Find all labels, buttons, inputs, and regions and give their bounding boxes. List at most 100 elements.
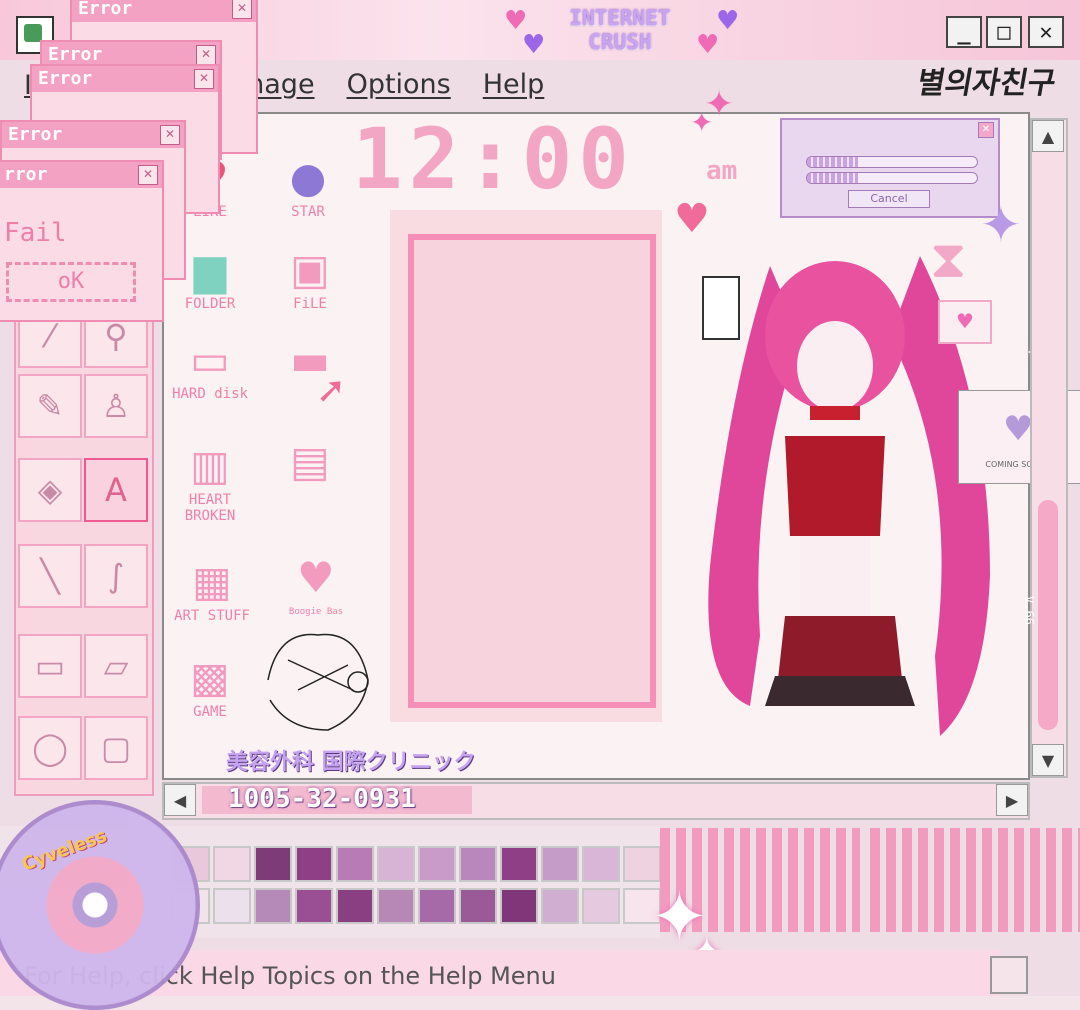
brand-line-2: CRUSH (588, 30, 652, 54)
error-title: rror ✕ (0, 162, 162, 188)
color-swatch[interactable] (582, 888, 620, 924)
rounded-rect-icon: ▢ (100, 729, 132, 767)
clock-ampm: am (706, 156, 738, 186)
heart-icon: ♥ (522, 30, 546, 60)
color-swatch[interactable] (213, 846, 251, 882)
tv-icon: ▦ (192, 557, 232, 606)
close-icon[interactable]: ✕ (138, 165, 158, 185)
heart-icon: ♥ (696, 30, 720, 60)
color-swatch[interactable] (418, 846, 456, 882)
heart-icon: ♥ (716, 6, 740, 36)
retro-pc-icon: ▤ (290, 437, 330, 486)
sparkle-icon: ✦ (690, 106, 714, 139)
magnifier-icon: ⚲ (104, 317, 128, 355)
floppy-icon: ▣ (290, 245, 330, 294)
resize-grip-icon[interactable] (990, 956, 1028, 994)
color-swatch[interactable] (336, 888, 374, 924)
desktop-icon-game[interactable]: ▩ GAME (170, 652, 250, 720)
error-message: Fail (4, 218, 67, 248)
tool-rounded-rect[interactable]: ▢ (84, 716, 148, 780)
close-icon[interactable]: ✕ (978, 122, 994, 138)
icon-label: ART STUFF (174, 608, 250, 624)
close-button[interactable]: ✕ (1028, 16, 1064, 48)
ok-button[interactable]: oK (6, 262, 136, 302)
scroll-right-arrow-icon[interactable]: ▶ (996, 784, 1028, 816)
barcode-decoration (870, 828, 1080, 932)
basket-icon: ♥ (297, 553, 335, 602)
tool-ellipse[interactable]: ◯ (18, 716, 82, 780)
color-swatch[interactable] (459, 888, 497, 924)
icon-label: FOLDER (184, 296, 236, 312)
tool-rectangle[interactable]: ▭ (18, 634, 82, 698)
error-title: Error ✕ (32, 66, 218, 92)
color-swatch[interactable] (213, 888, 251, 924)
desktop-icon-heart-broken[interactable]: ▥ HEART BROKEN (170, 440, 250, 524)
color-swatch[interactable] (254, 846, 292, 882)
computer-icon: ▭ (190, 335, 230, 384)
scroll-thumb[interactable] (1038, 500, 1058, 730)
korean-logo: 별의자친구 (914, 66, 1059, 101)
photo-frame-border (408, 234, 656, 708)
clinic-text: 美容外科 国際クリニック (226, 750, 476, 775)
color-swatch[interactable] (541, 888, 579, 924)
tool-brush[interactable]: ♙ (84, 374, 148, 438)
cancel-button[interactable]: Cancel (848, 190, 930, 208)
version-label: V.66 (1022, 596, 1036, 625)
tool-curve[interactable]: ∫ (84, 544, 148, 608)
desktop-icon-star[interactable]: ● STAR (268, 152, 348, 220)
tool-polygon[interactable]: ▱ (84, 634, 148, 698)
icon-label: HARD disk (172, 386, 248, 402)
line-icon: ╲ (40, 557, 60, 595)
color-swatch[interactable] (377, 846, 415, 882)
icon-label: STAR (291, 204, 325, 220)
text-icon: A (105, 471, 127, 509)
tool-fill-bucket[interactable]: ◈ (18, 458, 82, 522)
menu-bar: Image Options Help (230, 62, 544, 106)
close-icon[interactable]: ✕ (196, 45, 216, 65)
color-swatch[interactable] (377, 888, 415, 924)
bucket-icon: ◈ (37, 471, 63, 509)
color-swatch[interactable] (336, 846, 374, 882)
progress-fill (807, 173, 858, 183)
maximize-button[interactable]: □ (986, 16, 1022, 48)
color-swatch[interactable] (500, 846, 538, 882)
desktop-icon-art-stuff[interactable]: ▦ ART STUFF (172, 556, 252, 624)
desktop-icon-file[interactable]: ▣ FiLE (270, 244, 350, 312)
progress-bar-2 (806, 172, 978, 184)
menu-options[interactable]: Options (347, 69, 451, 100)
clock-time: 12:00 (352, 110, 635, 208)
scroll-down-arrow-icon[interactable]: ▼ (1032, 744, 1064, 776)
desktop-icon-hard-disk[interactable]: ▭ HARD disk (170, 334, 250, 402)
scroll-up-arrow-icon[interactable]: ▲ (1032, 120, 1064, 152)
progress-bar-1 (806, 156, 978, 168)
tool-pencil[interactable]: ✎ (18, 374, 82, 438)
color-swatch[interactable] (500, 888, 538, 924)
scroll-left-arrow-icon[interactable]: ◀ (164, 784, 196, 816)
cursor-arrow-icon: ➚ (316, 370, 347, 411)
wand-icon: ⁄ (47, 317, 53, 355)
color-swatch[interactable] (254, 888, 292, 924)
color-swatch[interactable] (541, 846, 579, 882)
desktop-icon-retro-pc[interactable]: ▤ (270, 436, 350, 488)
close-icon[interactable]: ✕ (232, 0, 252, 19)
sparkle-icon: ✦ (980, 196, 1022, 254)
color-swatch[interactable] (418, 888, 456, 924)
phone-number: 1005-32-0931 (228, 784, 416, 814)
curve-icon: ∫ (107, 557, 125, 595)
close-icon[interactable]: ✕ (194, 69, 214, 89)
desktop-icon-boogie-bas[interactable]: ♥ Boogie Bas (276, 552, 356, 620)
tool-line[interactable]: ╲ (18, 544, 82, 608)
color-swatch[interactable] (582, 846, 620, 882)
menu-help[interactable]: Help (483, 69, 545, 100)
progress-fill (807, 157, 858, 167)
close-icon[interactable]: ✕ (160, 125, 180, 145)
color-swatch[interactable] (295, 846, 333, 882)
brand-line-1: INTERNET (569, 6, 671, 30)
color-swatch[interactable] (295, 888, 333, 924)
minimize-button[interactable]: _ (946, 16, 982, 48)
polygon-icon: ▱ (103, 647, 129, 685)
color-swatch[interactable] (459, 846, 497, 882)
vertical-scrollbar[interactable]: ▲ ▼ (1030, 118, 1068, 778)
tool-text[interactable]: A (84, 458, 148, 522)
rectangle-icon: ▭ (34, 647, 66, 685)
